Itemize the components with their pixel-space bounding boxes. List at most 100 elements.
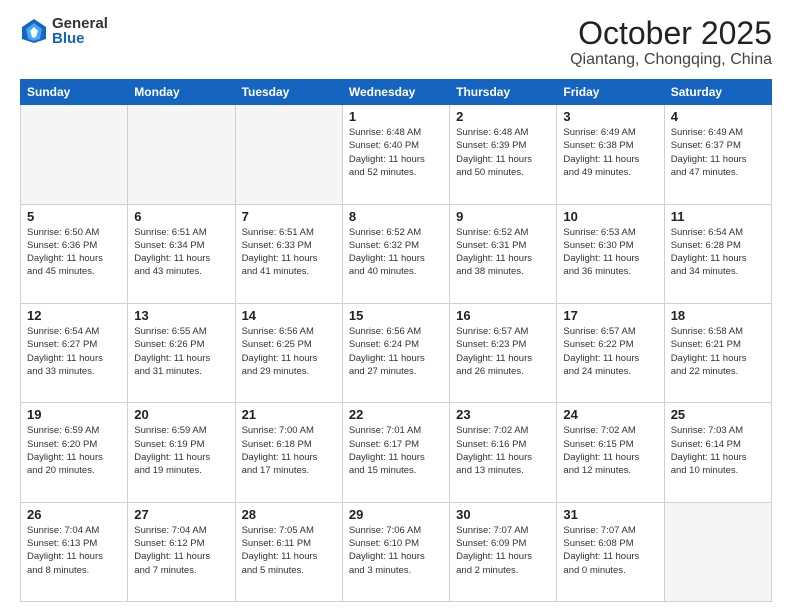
calendar-cell: 14 Sunrise: 6:56 AM Sunset: 6:25 PM Dayli… [235, 303, 342, 402]
day-number: 21 [242, 407, 336, 422]
day-number: 6 [134, 209, 228, 224]
calendar-cell: 2 Sunrise: 6:48 AM Sunset: 6:39 PM Daylig… [450, 105, 557, 204]
calendar-cell: 15Sunrise: 6:56 AM Sunset: 6:24 PM Dayli… [342, 303, 449, 402]
week-row-1: 5 Sunrise: 6:50 AM Sunset: 6:36 PM Daylig… [21, 204, 772, 303]
logo-icon [20, 17, 48, 45]
day-info: Sunrise: 7:00 AM Sunset: 6:18 PM Dayligh… [242, 424, 336, 477]
calendar-cell: 9 Sunrise: 6:52 AM Sunset: 6:31 PM Daylig… [450, 204, 557, 303]
week-row-4: 26 Sunrise: 7:04 AM Sunset: 6:13 PM Dayli… [21, 502, 772, 601]
day-number: 25 [671, 407, 765, 422]
calendar-cell: 19 Sunrise: 6:59 AM Sunset: 6:20 PM Dayli… [21, 403, 128, 502]
calendar-cell: 16 Sunrise: 6:57 AM Sunset: 6:23 PM Dayli… [450, 303, 557, 402]
weekday-header-tuesday: Tuesday [235, 80, 342, 105]
calendar-cell: 21 Sunrise: 7:00 AM Sunset: 6:18 PM Dayli… [235, 403, 342, 502]
day-number: 11 [671, 209, 765, 224]
day-info: Sunrise: 7:07 AM Sunset: 6:08 PM Dayligh… [563, 524, 657, 577]
calendar-cell [664, 502, 771, 601]
calendar-cell: 27Sunrise: 7:04 AM Sunset: 6:12 PM Dayli… [128, 502, 235, 601]
weekday-header-monday: Monday [128, 80, 235, 105]
day-number: 19 [27, 407, 121, 422]
calendar-cell: 29 Sunrise: 7:06 AM Sunset: 6:10 PM Dayli… [342, 502, 449, 601]
day-info: Sunrise: 6:52 AM Sunset: 6:31 PM Dayligh… [456, 226, 550, 279]
day-info: Sunrise: 6:56 AM Sunset: 6:25 PM Dayligh… [242, 325, 336, 378]
day-info: Sunrise: 7:04 AM Sunset: 6:13 PM Dayligh… [27, 524, 121, 577]
day-number: 13 [134, 308, 228, 323]
calendar-cell: 31 Sunrise: 7:07 AM Sunset: 6:08 PM Dayli… [557, 502, 664, 601]
day-info: Sunrise: 6:57 AM Sunset: 6:22 PM Dayligh… [563, 325, 657, 378]
calendar-cell: 5 Sunrise: 6:50 AM Sunset: 6:36 PM Daylig… [21, 204, 128, 303]
day-number: 18 [671, 308, 765, 323]
day-info: Sunrise: 6:50 AM Sunset: 6:36 PM Dayligh… [27, 226, 121, 279]
day-info: Sunrise: 6:57 AM Sunset: 6:23 PM Dayligh… [456, 325, 550, 378]
weekday-header-friday: Friday [557, 80, 664, 105]
day-info: Sunrise: 6:49 AM Sunset: 6:37 PM Dayligh… [671, 126, 765, 179]
day-number: 24 [563, 407, 657, 422]
location-title: Qiantang, Chongqing, China [570, 51, 772, 69]
week-row-2: 12 Sunrise: 6:54 AM Sunset: 6:27 PM Dayli… [21, 303, 772, 402]
day-number: 17 [563, 308, 657, 323]
calendar-cell: 4 Sunrise: 6:49 AM Sunset: 6:37 PM Daylig… [664, 105, 771, 204]
day-info: Sunrise: 6:54 AM Sunset: 6:27 PM Dayligh… [27, 325, 121, 378]
day-info: Sunrise: 7:02 AM Sunset: 6:16 PM Dayligh… [456, 424, 550, 477]
weekday-header-wednesday: Wednesday [342, 80, 449, 105]
day-number: 9 [456, 209, 550, 224]
calendar-cell: 24 Sunrise: 7:02 AM Sunset: 6:15 PM Dayli… [557, 403, 664, 502]
day-number: 22 [349, 407, 443, 422]
day-info: Sunrise: 6:55 AM Sunset: 6:26 PM Dayligh… [134, 325, 228, 378]
day-number: 7 [242, 209, 336, 224]
calendar-cell: 28Sunrise: 7:05 AM Sunset: 6:11 PM Dayli… [235, 502, 342, 601]
day-info: Sunrise: 6:59 AM Sunset: 6:19 PM Dayligh… [134, 424, 228, 477]
day-info: Sunrise: 6:53 AM Sunset: 6:30 PM Dayligh… [563, 226, 657, 279]
day-number: 23 [456, 407, 550, 422]
calendar-cell [128, 105, 235, 204]
day-number: 3 [563, 109, 657, 124]
weekday-header-row: SundayMondayTuesdayWednesdayThursdayFrid… [21, 80, 772, 105]
page: General Blue October 2025 Qiantang, Chon… [0, 0, 792, 612]
day-info: Sunrise: 6:56 AM Sunset: 6:24 PM Dayligh… [349, 325, 443, 378]
calendar-cell: 25 Sunrise: 7:03 AM Sunset: 6:14 PM Dayli… [664, 403, 771, 502]
day-number: 26 [27, 507, 121, 522]
day-info: Sunrise: 6:51 AM Sunset: 6:34 PM Dayligh… [134, 226, 228, 279]
calendar-cell: 12 Sunrise: 6:54 AM Sunset: 6:27 PM Dayli… [21, 303, 128, 402]
day-info: Sunrise: 7:02 AM Sunset: 6:15 PM Dayligh… [563, 424, 657, 477]
day-number: 5 [27, 209, 121, 224]
day-info: Sunrise: 6:48 AM Sunset: 6:39 PM Dayligh… [456, 126, 550, 179]
day-info: Sunrise: 6:58 AM Sunset: 6:21 PM Dayligh… [671, 325, 765, 378]
day-info: Sunrise: 6:51 AM Sunset: 6:33 PM Dayligh… [242, 226, 336, 279]
day-number: 1 [349, 109, 443, 124]
day-number: 28 [242, 507, 336, 522]
day-number: 4 [671, 109, 765, 124]
week-row-3: 19 Sunrise: 6:59 AM Sunset: 6:20 PM Dayli… [21, 403, 772, 502]
day-info: Sunrise: 7:06 AM Sunset: 6:10 PM Dayligh… [349, 524, 443, 577]
title-block: October 2025 Qiantang, Chongqing, China [570, 16, 772, 69]
calendar-cell: 13 Sunrise: 6:55 AM Sunset: 6:26 PM Dayli… [128, 303, 235, 402]
logo: General Blue [20, 16, 108, 46]
day-number: 16 [456, 308, 550, 323]
calendar-cell: 30Sunrise: 7:07 AM Sunset: 6:09 PM Dayli… [450, 502, 557, 601]
day-info: Sunrise: 6:49 AM Sunset: 6:38 PM Dayligh… [563, 126, 657, 179]
day-number: 12 [27, 308, 121, 323]
calendar-cell: 3 Sunrise: 6:49 AM Sunset: 6:38 PM Daylig… [557, 105, 664, 204]
day-info: Sunrise: 7:04 AM Sunset: 6:12 PM Dayligh… [134, 524, 228, 577]
calendar-cell: 6 Sunrise: 6:51 AM Sunset: 6:34 PM Daylig… [128, 204, 235, 303]
day-number: 8 [349, 209, 443, 224]
header: General Blue October 2025 Qiantang, Chon… [20, 16, 772, 69]
calendar-cell: 22Sunrise: 7:01 AM Sunset: 6:17 PM Dayli… [342, 403, 449, 502]
day-number: 29 [349, 507, 443, 522]
logo-text: General Blue [52, 16, 108, 46]
calendar-cell: 10 Sunrise: 6:53 AM Sunset: 6:30 PM Dayli… [557, 204, 664, 303]
day-info: Sunrise: 7:03 AM Sunset: 6:14 PM Dayligh… [671, 424, 765, 477]
day-number: 2 [456, 109, 550, 124]
day-number: 20 [134, 407, 228, 422]
day-info: Sunrise: 6:52 AM Sunset: 6:32 PM Dayligh… [349, 226, 443, 279]
calendar-table: SundayMondayTuesdayWednesdayThursdayFrid… [20, 79, 772, 602]
calendar-cell: 18 Sunrise: 6:58 AM Sunset: 6:21 PM Dayli… [664, 303, 771, 402]
logo-blue: Blue [52, 31, 108, 46]
day-number: 31 [563, 507, 657, 522]
day-number: 10 [563, 209, 657, 224]
calendar-cell: 26 Sunrise: 7:04 AM Sunset: 6:13 PM Dayli… [21, 502, 128, 601]
day-info: Sunrise: 6:54 AM Sunset: 6:28 PM Dayligh… [671, 226, 765, 279]
day-info: Sunrise: 6:59 AM Sunset: 6:20 PM Dayligh… [27, 424, 121, 477]
day-number: 14 [242, 308, 336, 323]
month-title: October 2025 [570, 16, 772, 51]
